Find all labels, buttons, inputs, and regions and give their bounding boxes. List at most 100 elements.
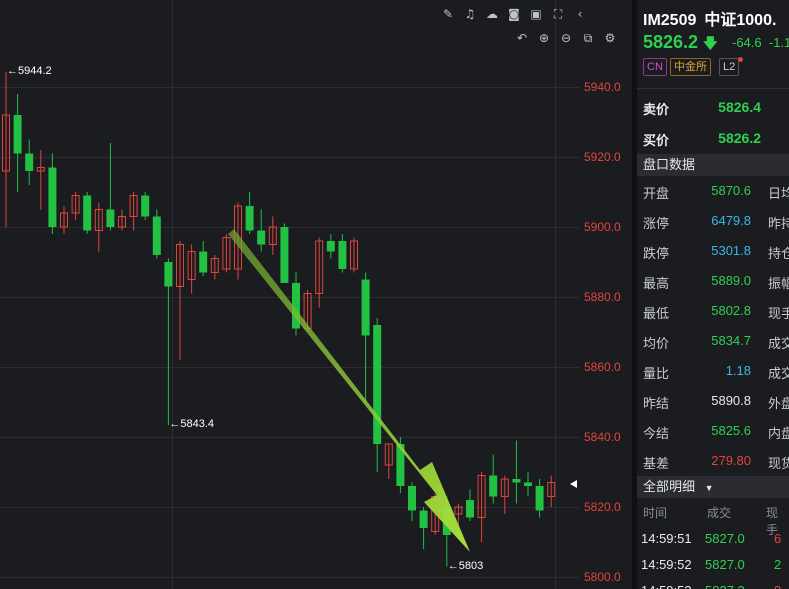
candle-body-down xyxy=(512,479,521,483)
candle-body-down xyxy=(83,195,92,231)
instrument-code: IM2509 xyxy=(643,12,697,29)
row-label: 跌停 xyxy=(643,246,670,261)
market-data-header[interactable]: 盘口数据 xyxy=(637,154,789,176)
trade-volume: 2 xyxy=(774,557,782,572)
row-label: 开盘 xyxy=(643,186,670,201)
candle-body-down xyxy=(13,115,22,154)
market-data-row: 最高 5889.0 振幅 xyxy=(637,266,789,296)
row-value: 5890.8 xyxy=(711,393,751,408)
price-tick-label: 5860.0 xyxy=(584,360,621,374)
price-tick-label: 5840.0 xyxy=(584,430,621,444)
price-tick-label: 5900.0 xyxy=(584,220,621,234)
fullscreen-icon[interactable]: ⛶ xyxy=(550,6,566,22)
row-value: 5870.6 xyxy=(711,183,751,198)
candle-body-down xyxy=(361,279,370,336)
arrow-down-icon: 🡇 xyxy=(703,35,718,51)
market-data-row: 今结 5825.6 内盘 xyxy=(637,416,789,446)
trade-price: 5827.2 xyxy=(705,583,745,589)
row-label: 最高 xyxy=(643,276,670,291)
price-tick-label: 5820.0 xyxy=(584,500,621,514)
price-annotation: ←5944.2 xyxy=(7,65,52,77)
trade-volume: 6 xyxy=(774,531,782,546)
row-value: 279.80 xyxy=(711,453,751,468)
row-label: 均价 xyxy=(643,336,670,351)
candle-body-down xyxy=(152,216,161,255)
annotation-arrow-icon: ← xyxy=(169,418,181,431)
camera-icon[interactable]: ◙ xyxy=(506,6,522,22)
candle-body-down xyxy=(466,500,474,518)
candle-body-down xyxy=(535,486,544,511)
settings-icon[interactable]: ⚙ xyxy=(602,30,618,46)
market-data-row: 最低 5802.8 现手 xyxy=(637,296,789,326)
trade-time: 14:59:53 xyxy=(641,583,692,589)
tag-exchange: 中金所 xyxy=(670,58,711,76)
quote-panel: IM2509 中证1000. 5826.2 🡇 -64.6 -1.1 CN 中金所… xyxy=(637,0,789,589)
ask-row: 卖价 5826.4 xyxy=(643,99,761,117)
candle-body-down xyxy=(48,167,57,227)
price-tick-label: 5800.0 xyxy=(584,570,621,584)
annotation-text: 5803 xyxy=(458,559,484,572)
candle-body-down xyxy=(199,251,208,273)
market-data-row: 跌停 5301.8 持仓 xyxy=(637,236,789,266)
screen-icon[interactable]: ▣ xyxy=(528,6,544,22)
price-tick-label: 5920.0 xyxy=(584,150,621,164)
cloud-icon[interactable]: ☁ xyxy=(484,6,500,22)
row-label-secondary: 振幅 xyxy=(768,276,789,291)
current-price-marker-icon xyxy=(570,480,577,488)
trade-time: 14:59:51 xyxy=(641,531,692,546)
candle-body-down xyxy=(257,230,266,245)
candle-body-down xyxy=(326,241,335,252)
instrument-name: 中证1000. xyxy=(704,12,777,29)
market-data-row: 开盘 5870.6 日均 xyxy=(637,176,789,206)
zoom-out-icon[interactable]: ⊖ xyxy=(558,30,574,46)
edit-icon[interactable]: ✎ xyxy=(440,6,456,22)
candle-body-down xyxy=(419,510,428,528)
row-label-secondary: 现手 xyxy=(768,306,789,321)
candle-body-down xyxy=(524,482,532,486)
candle-body-down xyxy=(245,206,254,231)
candle-body-down xyxy=(106,209,115,227)
price-annotation: ←5803 xyxy=(448,560,483,572)
row-label-secondary: 持仓 xyxy=(768,246,789,261)
crop-icon[interactable]: ⧉ xyxy=(580,30,596,46)
trade-price: 5827.0 xyxy=(705,557,745,572)
row-label: 量比 xyxy=(643,366,670,381)
market-data-row: 均价 5834.7 成交 xyxy=(637,326,789,356)
tag-l2: L2 xyxy=(719,58,740,76)
trade-detail-header[interactable]: 全部明细 ▼ xyxy=(637,476,789,498)
trend-arrow xyxy=(228,229,470,552)
market-data-row: 基差 279.80 现货 xyxy=(637,446,789,476)
price-tick-label: 5880.0 xyxy=(584,290,621,304)
candle-body-down xyxy=(338,241,347,269)
price-change: -64.6 -1.1 xyxy=(732,35,789,50)
trade-price: 5827.0 xyxy=(705,531,745,546)
candle-body-down xyxy=(489,475,498,497)
candle-body-down xyxy=(25,153,34,171)
collapse-icon[interactable]: ‹ xyxy=(572,6,588,22)
market-data-row: 涨停 6479.8 昨持 xyxy=(637,206,789,236)
row-label: 昨结 xyxy=(643,396,670,411)
row-label-secondary: 昨持 xyxy=(768,216,789,231)
row-value: 1.18 xyxy=(725,363,751,378)
dropdown-caret-icon[interactable]: ▼ xyxy=(705,483,714,493)
row-label-secondary: 外盘 xyxy=(768,396,789,411)
row-value: 5834.7 xyxy=(711,333,751,348)
instrument-title: IM2509 中证1000. xyxy=(643,6,784,30)
candle-body-down xyxy=(373,325,382,444)
candlestick-chart[interactable]: ←5944.2 ←5843.4 ←5803 xyxy=(0,0,580,589)
bell-icon[interactable]: ♫ xyxy=(462,6,478,22)
annotation-arrow-icon: ← xyxy=(7,65,18,78)
row-label: 今结 xyxy=(643,426,670,441)
l2-dot-icon xyxy=(738,57,743,62)
separator xyxy=(637,88,789,89)
price-annotation: ←5843.4 xyxy=(169,418,214,430)
undo-icon[interactable]: ↶ xyxy=(514,30,530,46)
row-label-secondary: 成交 xyxy=(768,366,789,381)
trade-col-time: 时间 xyxy=(643,506,668,520)
chart-canvas[interactable] xyxy=(0,0,580,589)
row-label: 最低 xyxy=(643,306,670,321)
row-value: 5825.6 xyxy=(711,423,751,438)
annotation-text: 5843.4 xyxy=(180,418,215,431)
zoom-in-icon[interactable]: ⊕ xyxy=(536,30,552,46)
trade-time: 14:59:52 xyxy=(641,557,692,572)
